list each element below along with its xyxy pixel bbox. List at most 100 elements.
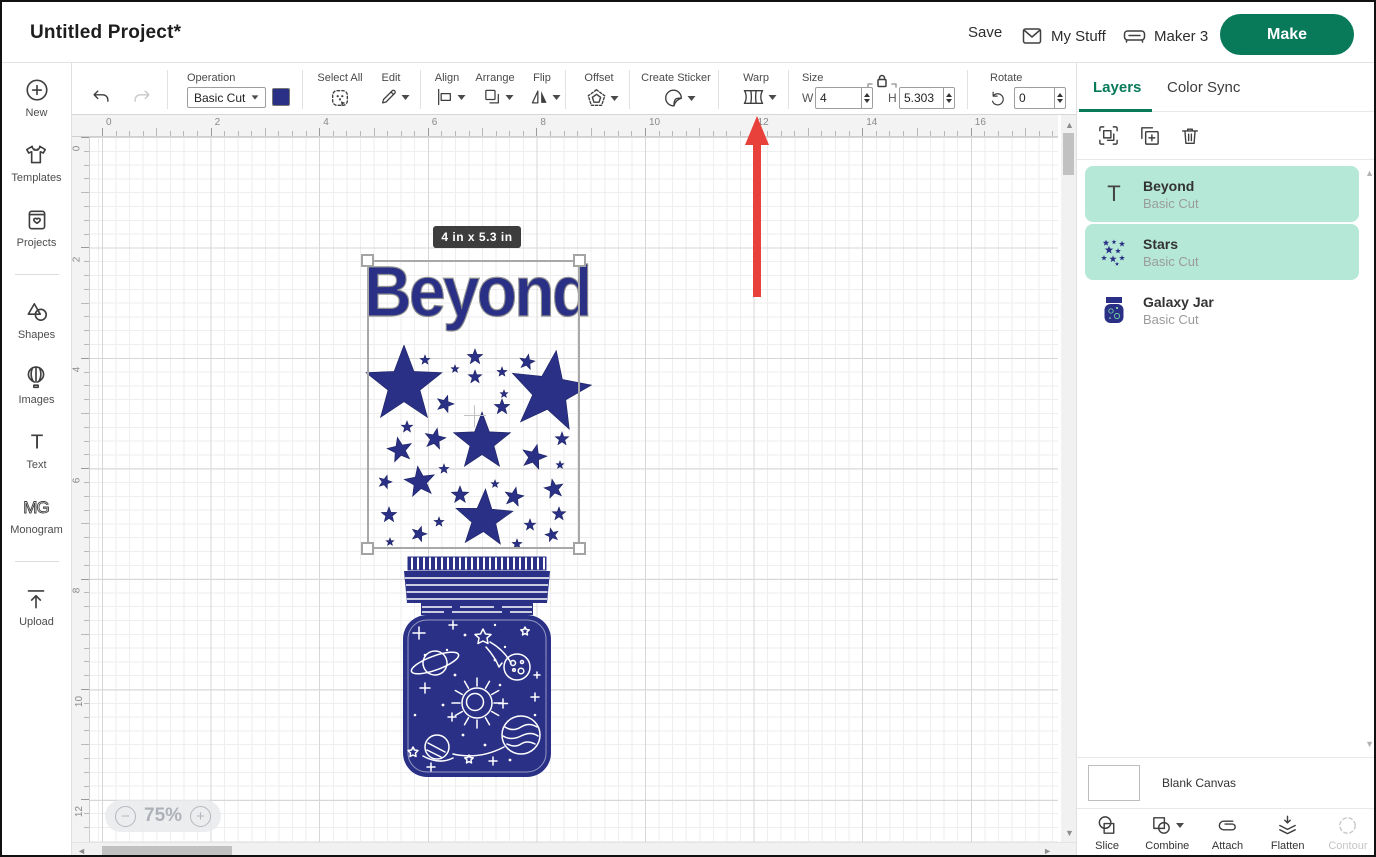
new-icon — [24, 77, 50, 103]
rotate-stepper[interactable] — [1054, 88, 1065, 108]
stars-thumb — [1100, 238, 1128, 266]
chevron-down-icon — [1176, 823, 1184, 828]
scroll-up-icon[interactable]: ▲ — [1065, 121, 1074, 130]
vertical-scroll-thumb[interactable] — [1063, 133, 1074, 175]
arrange-icon — [483, 87, 503, 107]
tab-layers[interactable]: Layers — [1093, 79, 1141, 96]
my-stuff-button[interactable]: My Stuff — [1020, 24, 1106, 48]
lock-icon[interactable] — [867, 73, 897, 89]
trash-icon[interactable] — [1179, 125, 1201, 147]
zoom-in-button[interactable]: + — [190, 806, 211, 827]
width-stepper[interactable] — [861, 88, 872, 108]
upload-icon — [23, 586, 49, 612]
scroll-right-icon[interactable]: ► — [1043, 847, 1052, 856]
flip-icon — [530, 87, 550, 107]
width-field — [815, 87, 873, 109]
save-button[interactable]: Save — [968, 24, 1002, 41]
shapes-icon — [24, 299, 50, 325]
design-canvas[interactable]: 0246810121416 024681012 — [72, 115, 1076, 857]
combine-icon — [1150, 814, 1173, 837]
chevron-down-icon — [688, 96, 696, 101]
toolbar-separator — [967, 70, 968, 109]
zoom-out-button[interactable]: − — [115, 806, 136, 827]
attach-button[interactable]: Attach — [1197, 809, 1257, 857]
list-scroll-up-icon[interactable]: ▲ — [1365, 168, 1374, 178]
group-icon[interactable] — [1097, 124, 1120, 147]
chevron-down-icon — [252, 95, 259, 99]
height-stepper[interactable] — [943, 88, 954, 108]
warp-button[interactable] — [742, 87, 777, 107]
selection-box[interactable] — [367, 260, 580, 549]
galaxy-jar-artwork[interactable] — [395, 555, 559, 780]
vertical-scrollbar[interactable]: ▲ ▼ — [1061, 115, 1076, 842]
sidebar-divider — [15, 274, 59, 275]
v-ruler: 024681012 — [72, 137, 90, 842]
rotate-input[interactable] — [1015, 88, 1054, 108]
horizontal-scrollbar[interactable]: ◄ ► — [72, 842, 1076, 857]
select-all-label: Select All — [317, 72, 362, 84]
sidebar-item-templates[interactable]: Templates — [11, 142, 61, 184]
balloon-icon — [23, 364, 49, 390]
selection-handle-tl[interactable] — [361, 254, 374, 267]
align-button[interactable] — [435, 87, 466, 107]
layers-panel: Layers Color Sync T Beyond — [1076, 63, 1376, 855]
duplicate-icon[interactable] — [1138, 124, 1161, 147]
chevron-down-icon — [769, 95, 777, 100]
scroll-left-icon[interactable]: ◄ — [77, 847, 86, 856]
chevron-down-icon — [553, 95, 561, 100]
horizontal-scroll-thumb[interactable] — [102, 846, 232, 857]
create-sticker-button[interactable] — [663, 87, 696, 109]
width-input[interactable] — [816, 88, 861, 108]
undo-button[interactable] — [90, 87, 112, 109]
height-input[interactable] — [900, 88, 943, 108]
sidebar-item-upload[interactable]: Upload — [19, 586, 54, 628]
selection-handle-tr[interactable] — [573, 254, 586, 267]
align-label: Align — [435, 72, 459, 84]
edit-button[interactable] — [379, 87, 410, 107]
left-sidebar: New Templates Projects Shapes — [2, 63, 72, 855]
flatten-button[interactable]: Flatten — [1258, 809, 1318, 857]
flatten-icon — [1276, 814, 1299, 837]
sidebar-item-projects[interactable]: Projects — [17, 207, 57, 249]
panel-tabs: Layers Color Sync — [1077, 63, 1376, 112]
machine-button[interactable]: Maker 3 — [1122, 24, 1208, 48]
select-all-button[interactable] — [329, 87, 351, 109]
toolbar-separator — [420, 70, 421, 109]
svg-text:T: T — [30, 431, 43, 454]
pencil-icon — [379, 87, 399, 107]
sidebar-item-new[interactable]: New — [24, 77, 50, 119]
monogram-icon: MG — [21, 494, 51, 520]
flip-button[interactable] — [530, 87, 561, 107]
ruler-corner — [72, 115, 90, 137]
layer-row-stars[interactable]: Stars Basic Cut — [1085, 224, 1359, 280]
tab-color-sync[interactable]: Color Sync — [1167, 79, 1240, 96]
layer-row-beyond[interactable]: T Beyond Basic Cut — [1085, 166, 1359, 222]
sidebar-item-shapes[interactable]: Shapes — [18, 299, 55, 341]
zoom-control[interactable]: − 75% + — [105, 800, 221, 832]
toolbar-separator — [629, 70, 630, 109]
toolbar-separator — [302, 70, 303, 109]
offset-label: Offset — [584, 72, 613, 84]
scroll-down-icon[interactable]: ▼ — [1065, 829, 1074, 838]
width-label: W — [802, 91, 813, 105]
blank-canvas-row[interactable]: Blank Canvas — [1077, 757, 1376, 808]
align-icon — [435, 87, 455, 107]
sidebar-item-images[interactable]: Images — [18, 364, 54, 406]
selection-handle-br[interactable] — [573, 542, 586, 555]
combine-button[interactable]: Combine — [1137, 809, 1197, 857]
sidebar-item-monogram[interactable]: MG Monogram — [10, 494, 63, 536]
toolbar-separator — [718, 70, 719, 109]
layer-color-swatch[interactable] — [272, 88, 290, 106]
make-button[interactable]: Make — [1220, 14, 1354, 55]
arrange-button[interactable] — [483, 87, 514, 107]
selection-handle-bl[interactable] — [361, 542, 374, 555]
sidebar-item-text[interactable]: T Text — [24, 429, 50, 471]
layer-row-galaxy-jar[interactable]: Galaxy Jar Basic Cut — [1085, 282, 1359, 338]
operation-dropdown[interactable]: Basic Cut — [187, 87, 266, 108]
slice-button[interactable]: Slice — [1077, 809, 1137, 857]
rotate-icon[interactable] — [988, 89, 1007, 108]
redo-button[interactable] — [131, 87, 153, 109]
list-scroll-down-icon[interactable]: ▼ — [1365, 739, 1374, 749]
zoom-level: 75% — [144, 805, 182, 827]
offset-button[interactable] — [586, 87, 619, 109]
